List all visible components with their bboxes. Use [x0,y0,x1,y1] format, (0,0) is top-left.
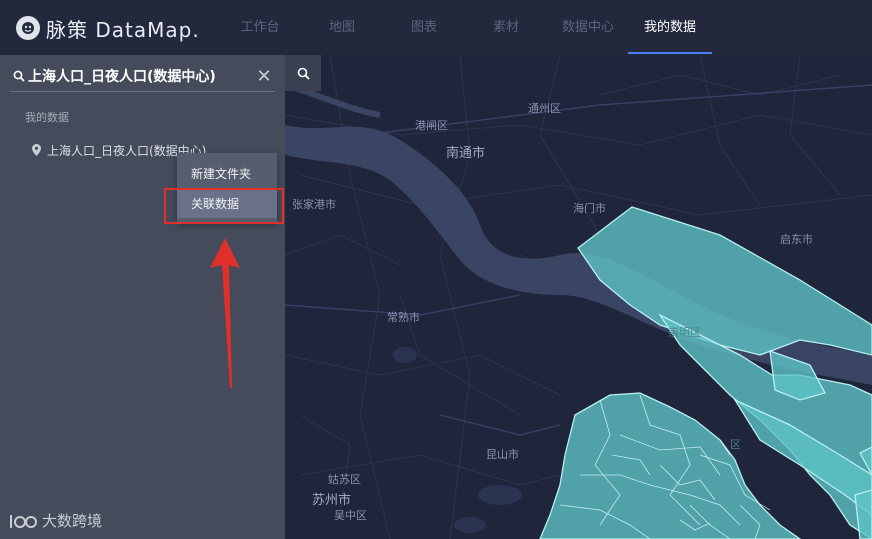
watermark-logo-icon [8,511,38,531]
map-label-changshu: 常熟市 [387,311,420,324]
map-label-zhangjiagang: 张家港市 [292,198,336,211]
annotation-highlight-box [164,188,284,224]
watermark: 大数跨境 [8,510,102,531]
top-navigation-bar: 脉策 DataMap. 工作台 地图 图表 素材 数据中心 我的数据 [0,0,872,55]
location-pin-icon [32,144,41,156]
search-button-icon [297,67,310,80]
section-title-my-data: 我的数据 [25,111,69,124]
search-input[interactable]: 上海人口_日夜人口(数据中心) [28,66,253,86]
watermark-text: 大数跨境 [42,512,103,530]
search-bar[interactable]: 上海人口_日夜人口(数据中心) ✕ [10,61,275,92]
clear-search-icon[interactable]: ✕ [253,66,275,87]
map-label-district: 区 [730,438,741,451]
tab-materials[interactable]: 素材 [484,0,528,55]
logo-text: 脉策 DataMap. [46,17,200,42]
menu-item-new-folder[interactable]: 新建文件夹 [177,160,277,188]
my-data-panel: 上海人口_日夜人口(数据中心) ✕ 我的数据 上海人口_日夜人口(数据中心) [0,55,285,539]
tab-my-data[interactable]: 我的数据 [636,0,704,55]
map-label-gangzha: 港闸区 [415,119,448,132]
search-button[interactable] [285,55,321,91]
map-label-haimen: 海门市 [573,202,606,215]
map-label-chongming: 崇明区 [668,326,701,339]
map-label-gusu: 姑苏区 [328,473,361,486]
map-label-nantong: 南通市 [446,146,486,161]
map-label-qidong: 启东市 [780,233,813,246]
annotation-arrow-icon [210,238,240,388]
active-tab-underline [628,52,712,54]
search-icon [10,70,28,82]
map-label-kunshan: 昆山市 [486,448,519,461]
tab-data-center[interactable]: 数据中心 [556,0,620,55]
tab-charts[interactable]: 图表 [402,0,446,55]
map-label-wuzhong: 吴中区 [334,509,367,522]
app-logo[interactable]: 脉策 DataMap. [16,14,200,42]
logo-mark-icon [16,16,40,40]
map-label-tongzhou: 通州区 [528,102,561,115]
map-label-suzhou: 苏州市 [312,493,352,508]
tab-workbench[interactable]: 工作台 [232,0,288,55]
tab-map[interactable]: 地图 [320,0,364,55]
